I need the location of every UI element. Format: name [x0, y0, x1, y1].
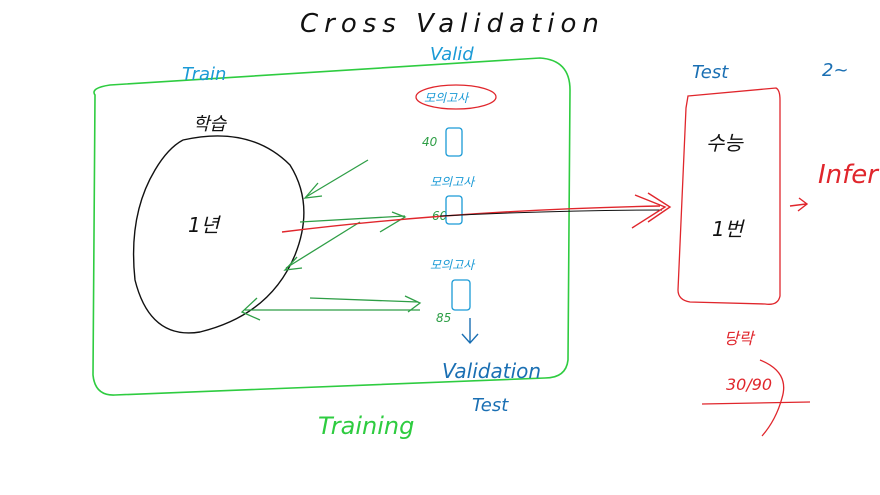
whiteboard-canvas: Cross Validation Train 학습 1년 Valid 모의고사 …	[92, 9, 880, 440]
mock-exam-tag-3: 모의고사	[430, 258, 476, 272]
score-underline	[701, 401, 811, 405]
validation-footer-test: Test	[472, 395, 509, 416]
arrow-5-head	[379, 211, 407, 233]
validation-footer: Validation	[442, 359, 541, 383]
down-arrow	[461, 318, 479, 345]
arrow-3-head	[240, 297, 261, 321]
test-exam-value: 1번	[712, 217, 746, 241]
red-arrow-line	[281, 205, 661, 233]
test-exam-label: 수능	[706, 131, 744, 155]
train-label: Train	[182, 64, 226, 85]
training-label: Training	[318, 412, 414, 440]
arrow-2	[285, 221, 361, 269]
mock-exam-bracket-3	[451, 279, 471, 311]
inference-label: Infer	[818, 160, 880, 190]
test-label: Test	[692, 62, 729, 83]
diagram-title: Cross Validation	[300, 9, 605, 39]
mock-exam-score-3: 85	[436, 311, 451, 325]
inference-arrow	[789, 197, 809, 212]
mock-exam-tag-1: 모의고사	[424, 91, 470, 105]
test-side-label: 2~	[822, 60, 849, 81]
arrow-1	[305, 159, 369, 198]
valid-label: Valid	[430, 44, 474, 65]
arrow-4	[309, 297, 419, 303]
score-slash	[759, 359, 785, 437]
score-note: 30/90	[726, 375, 772, 394]
test-box-outline	[677, 87, 781, 305]
arrow-1-head	[303, 182, 323, 199]
black-arrow-line	[439, 209, 663, 217]
circle-label: 1년	[188, 213, 222, 237]
mock-exam-score-1: 40	[422, 135, 438, 149]
mock-exam-bracket-1	[445, 127, 463, 157]
circle-top-label: 학습	[193, 114, 228, 135]
pass-fail-note: 당락	[724, 329, 756, 348]
mock-exam-tag-2: 모의고사	[430, 175, 476, 189]
mock-exam-bracket-2	[445, 195, 463, 225]
